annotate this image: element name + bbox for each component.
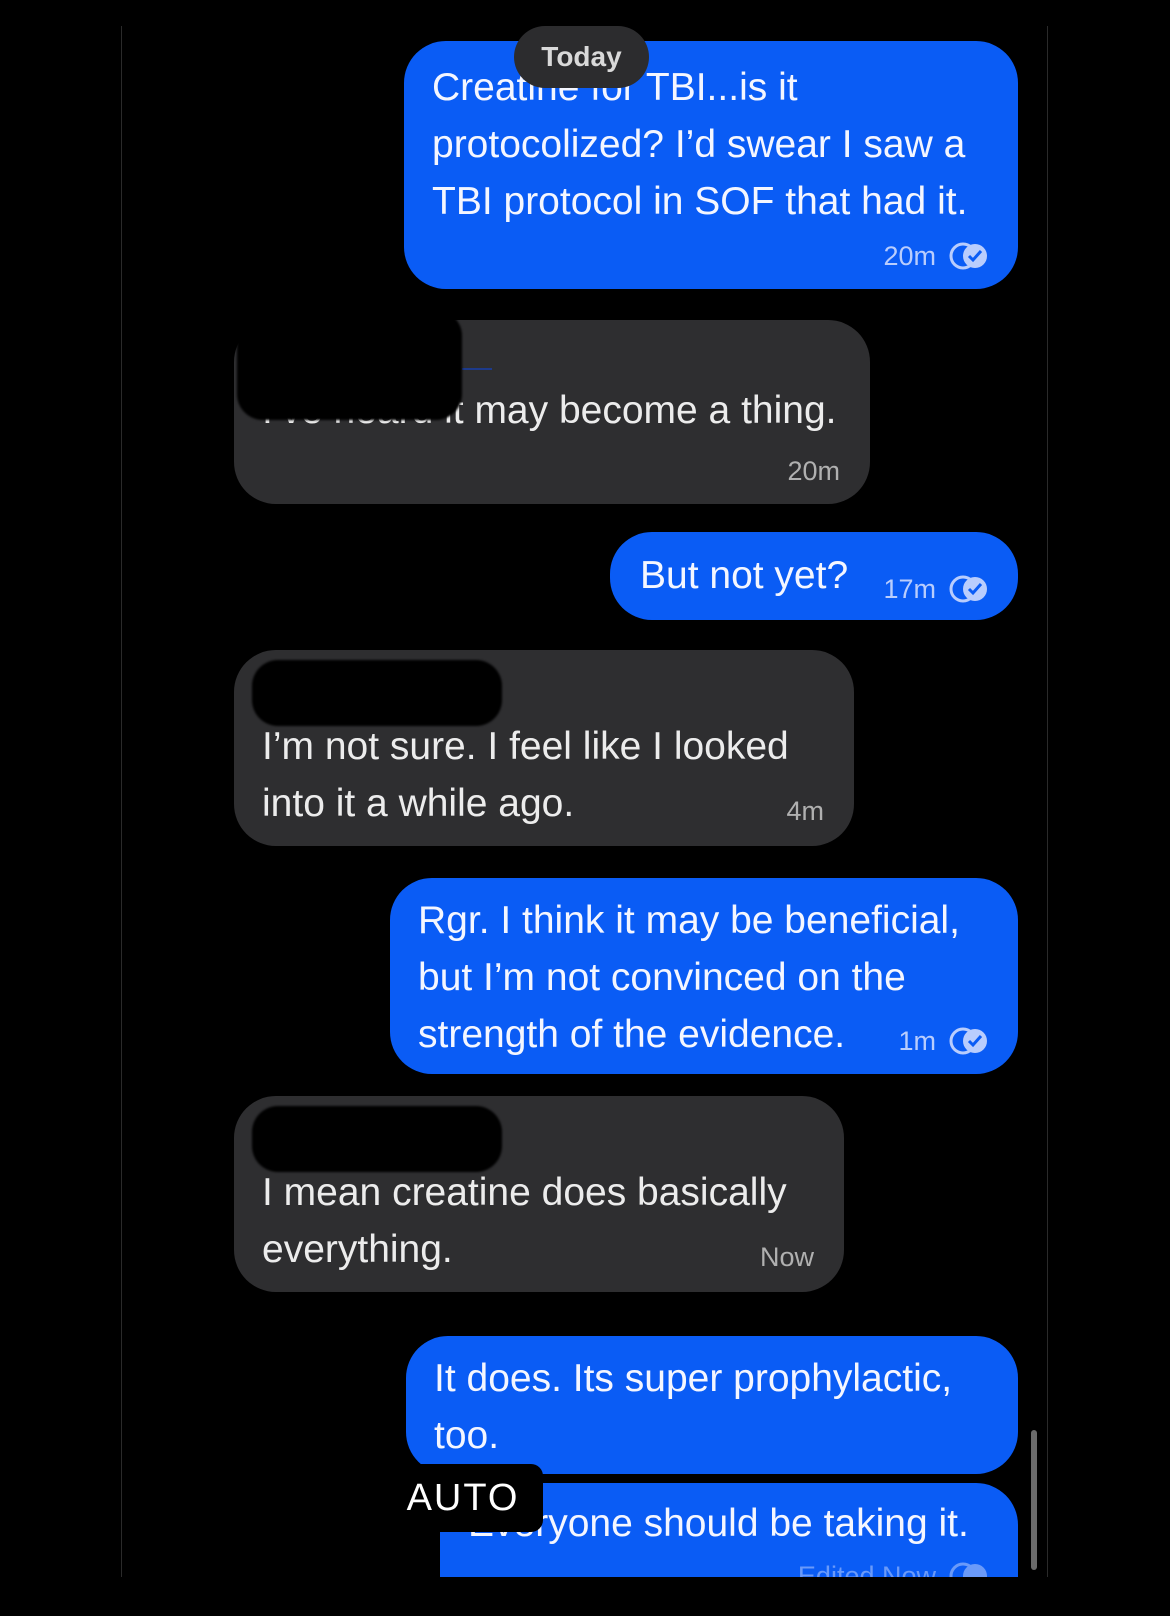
message-time: 4m: [786, 796, 824, 826]
double-check-icon: [949, 1027, 987, 1055]
chat-thread[interactable]: Today Creatine for TBI...is it protocoli…: [121, 26, 1048, 1577]
message-meta: 1m: [898, 1026, 990, 1056]
message-meta: 20m: [787, 456, 840, 486]
double-check-icon: [949, 242, 987, 270]
message-text: It does. Its super prophylactic, too.: [434, 1357, 953, 1457]
scrollbar[interactable]: [1031, 1430, 1037, 1570]
date-divider: Today: [514, 26, 649, 88]
message-text: I’m not sure. I feel like I looked into …: [262, 725, 789, 825]
message-outgoing[interactable]: It does. Its super prophylactic, too.: [406, 1336, 1018, 1474]
message-edited-time: Edited Now: [797, 1561, 936, 1577]
double-check-icon: [949, 575, 987, 603]
message-outgoing[interactable]: Creatine for TBI...is it protocolized? I…: [404, 41, 1018, 289]
message-text: Creatine for TBI...is it protocolized? I…: [432, 66, 968, 223]
redaction-mark: [252, 1106, 502, 1172]
redaction-mark: [252, 660, 502, 726]
redaction-mark: [237, 310, 462, 420]
message-meta: Edited Now: [798, 1561, 990, 1577]
message-time: 17m: [883, 574, 936, 604]
message-time: 20m: [883, 241, 936, 271]
message-text: Everyone should be taking it.: [468, 1502, 969, 1545]
auto-badge[interactable]: AUTO: [383, 1464, 543, 1532]
message-time: 20m: [787, 456, 840, 486]
message-meta: Now: [760, 1242, 814, 1272]
double-check-icon: [949, 1562, 987, 1577]
screen: Today Creatine for TBI...is it protocoli…: [0, 0, 1170, 1616]
message-time: Now: [759, 1242, 814, 1272]
sender-name-redacted: [462, 348, 492, 370]
message-meta: 17m: [883, 574, 990, 604]
message-time: 1m: [898, 1026, 936, 1056]
message-text: I mean creatine does basically everythin…: [262, 1171, 787, 1271]
message-meta: 20m: [883, 241, 990, 271]
message-outgoing[interactable]: But not yet? 17m: [610, 532, 1018, 620]
message-outgoing[interactable]: Rgr. I think it may be beneficial, but I…: [390, 878, 1018, 1074]
message-meta: 4m: [786, 796, 824, 826]
